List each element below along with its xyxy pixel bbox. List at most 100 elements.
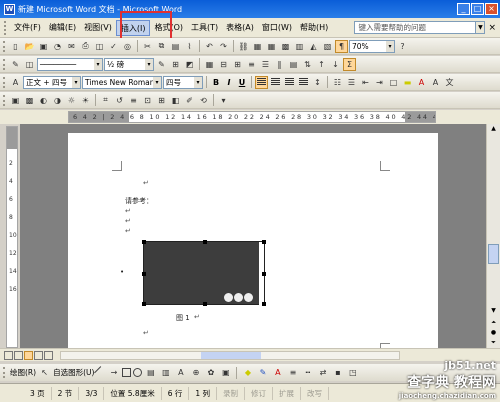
font-color-icon[interactable]: A bbox=[415, 76, 428, 89]
underline-button[interactable]: U bbox=[236, 78, 248, 87]
sort-descending-icon[interactable]: ↓ bbox=[329, 58, 342, 71]
resize-handle[interactable] bbox=[142, 240, 146, 244]
hyperlink-icon[interactable]: ⛓ bbox=[237, 40, 250, 53]
border-color-icon[interactable]: ✎ bbox=[155, 58, 168, 71]
menu-edit[interactable]: 编辑(E) bbox=[45, 20, 80, 36]
set-transparent-color-icon[interactable]: ✐ bbox=[183, 94, 196, 107]
color-icon[interactable]: ▩ bbox=[23, 94, 36, 107]
spelling-icon[interactable]: ✓ bbox=[107, 40, 120, 53]
font-color-icon[interactable]: A bbox=[271, 366, 284, 379]
format-painter-icon[interactable]: ⌇ bbox=[183, 40, 196, 53]
more-contrast-icon[interactable]: ◐ bbox=[37, 94, 50, 107]
3d-style-icon[interactable]: ◳ bbox=[346, 366, 359, 379]
browse-object-icon[interactable]: ● bbox=[488, 328, 499, 338]
rectangle-tool-icon[interactable] bbox=[122, 368, 132, 377]
textbox-icon[interactable]: ▤ bbox=[144, 366, 157, 379]
line-color-icon[interactable]: ✎ bbox=[256, 366, 269, 379]
status-track-changes[interactable]: 修订 bbox=[245, 386, 274, 400]
pencil-icon[interactable]: ✎ bbox=[9, 58, 22, 71]
close-button[interactable]: × bbox=[485, 3, 498, 15]
vertical-scrollbar[interactable]: ▲ ▼ ⏶ ● ⏷ bbox=[486, 124, 500, 348]
drawing-icon[interactable]: ◭ bbox=[307, 40, 320, 53]
line-spacing-icon[interactable]: ↕ bbox=[311, 76, 324, 89]
tables-borders-icon[interactable]: ▦ bbox=[251, 40, 264, 53]
next-page-icon[interactable]: ⏷ bbox=[488, 338, 499, 348]
resize-handle[interactable] bbox=[262, 240, 266, 244]
line-style-icon[interactable]: ≡ bbox=[286, 366, 299, 379]
menu-window[interactable]: 窗口(W) bbox=[258, 20, 296, 36]
less-brightness-icon[interactable]: ☀ bbox=[79, 94, 92, 107]
insert-picture-icon[interactable]: ▣ bbox=[9, 94, 22, 107]
numbering-icon[interactable]: ☷ bbox=[331, 76, 344, 89]
compress-picture-icon[interactable]: ⊡ bbox=[141, 94, 154, 107]
resize-handle[interactable] bbox=[203, 240, 207, 244]
outline-view-icon[interactable] bbox=[34, 350, 43, 360]
text-wrapping-icon[interactable]: ⊞ bbox=[155, 94, 168, 107]
diagram-icon[interactable]: ⊕ bbox=[189, 366, 202, 379]
merge-cells-icon[interactable]: ⊟ bbox=[217, 58, 230, 71]
format-picture-icon[interactable]: ◧ bbox=[169, 94, 182, 107]
show-hide-icon[interactable]: ¶ bbox=[335, 39, 348, 53]
web-layout-view-icon[interactable] bbox=[14, 350, 23, 360]
help-question-input[interactable]: 键入需要帮助的问题 bbox=[354, 21, 477, 34]
eraser-icon[interactable]: ◫ bbox=[23, 58, 36, 71]
previous-page-icon[interactable]: ⏶ bbox=[488, 318, 499, 328]
distribute-columns-icon[interactable]: ‖ bbox=[273, 58, 286, 71]
status-record[interactable]: 录制 bbox=[217, 386, 246, 400]
select-objects-icon[interactable]: ↖ bbox=[38, 366, 51, 379]
dash-style-icon[interactable]: ┅ bbox=[301, 366, 314, 379]
menu-view[interactable]: 视图(V) bbox=[80, 20, 116, 36]
vertical-scroll-thumb[interactable] bbox=[488, 244, 499, 264]
print-preview-icon[interactable]: ◫ bbox=[93, 40, 106, 53]
shadow-style-icon[interactable]: ▪ bbox=[331, 366, 344, 379]
autoshapes-menu-button[interactable]: 自选图形(U) bbox=[53, 367, 94, 378]
cut-icon[interactable]: ✂ bbox=[141, 40, 154, 53]
vertical-ruler[interactable]: 2 4 6 8 10 12 14 16 bbox=[6, 126, 18, 348]
line-weight-select[interactable]: ½ 磅 bbox=[104, 57, 154, 71]
border-icon[interactable]: ⊞ bbox=[169, 58, 182, 71]
scroll-up-icon[interactable]: ▲ bbox=[488, 124, 499, 134]
word-app-icon[interactable]: W bbox=[4, 3, 15, 15]
crop-icon[interactable]: ⌗ bbox=[99, 94, 112, 107]
normal-view-icon[interactable] bbox=[4, 350, 13, 360]
highlight-icon[interactable]: ▬ bbox=[401, 76, 414, 89]
new-document-icon[interactable]: ▯ bbox=[9, 40, 22, 53]
wordart-icon[interactable]: A bbox=[174, 366, 187, 379]
reset-picture-icon[interactable]: ⟲ bbox=[197, 94, 210, 107]
zoom-select[interactable]: 70% bbox=[349, 39, 395, 53]
undo-icon[interactable]: ↶ bbox=[203, 40, 216, 53]
align-right-icon[interactable] bbox=[283, 76, 296, 89]
toolbar-grip[interactable] bbox=[3, 76, 6, 88]
bold-button[interactable]: B bbox=[210, 78, 222, 87]
document-workspace[interactable]: ↵ 请参考： ↵ ↵ ↵ • 图 1 ↵ ↵ ↵ bbox=[20, 124, 486, 348]
resize-handle[interactable] bbox=[262, 272, 266, 276]
document-page[interactable]: ↵ 请参考： ↵ ↵ ↵ • 图 1 ↵ ↵ ↵ bbox=[68, 133, 438, 348]
document-close-icon[interactable]: × bbox=[488, 23, 496, 33]
document-map-icon[interactable]: ▧ bbox=[321, 40, 334, 53]
print-icon[interactable]: ⎙ bbox=[79, 40, 92, 53]
insert-table-icon[interactable]: ▦ bbox=[203, 58, 216, 71]
autosum-icon[interactable]: Σ bbox=[343, 57, 356, 71]
line-tool-icon[interactable] bbox=[94, 366, 108, 379]
less-contrast-icon[interactable]: ◑ bbox=[51, 94, 64, 107]
arrow-style-icon[interactable]: ⇄ bbox=[316, 366, 329, 379]
line-style-icon[interactable]: ≡ bbox=[127, 94, 140, 107]
fill-color-icon[interactable]: ◆ bbox=[241, 366, 254, 379]
help-dropdown-arrow[interactable]: ▼ bbox=[476, 21, 486, 34]
figure-caption[interactable]: 图 1 bbox=[176, 313, 190, 323]
font-size-select[interactable]: 四号 bbox=[163, 75, 203, 89]
toolbar-options-icon[interactable]: ▾ bbox=[217, 94, 230, 107]
increase-indent-icon[interactable]: ⇥ bbox=[373, 76, 386, 89]
toolbar-grip[interactable] bbox=[3, 40, 6, 52]
status-extend[interactable]: 扩展 bbox=[273, 386, 302, 400]
horizontal-scroll-thumb[interactable] bbox=[201, 351, 261, 359]
save-icon[interactable]: ▣ bbox=[37, 40, 50, 53]
italic-button[interactable]: I bbox=[223, 78, 235, 87]
align-left-icon[interactable] bbox=[255, 75, 268, 89]
align-center-icon[interactable] bbox=[269, 76, 282, 89]
draw-menu-button[interactable]: 绘图(R) bbox=[10, 367, 36, 378]
insert-excel-icon[interactable]: ▩ bbox=[279, 40, 292, 53]
reference-text[interactable]: 请参考： bbox=[125, 196, 153, 206]
outside-border-icon[interactable]: □ bbox=[387, 76, 400, 89]
paste-icon[interactable]: ▤ bbox=[169, 40, 182, 53]
